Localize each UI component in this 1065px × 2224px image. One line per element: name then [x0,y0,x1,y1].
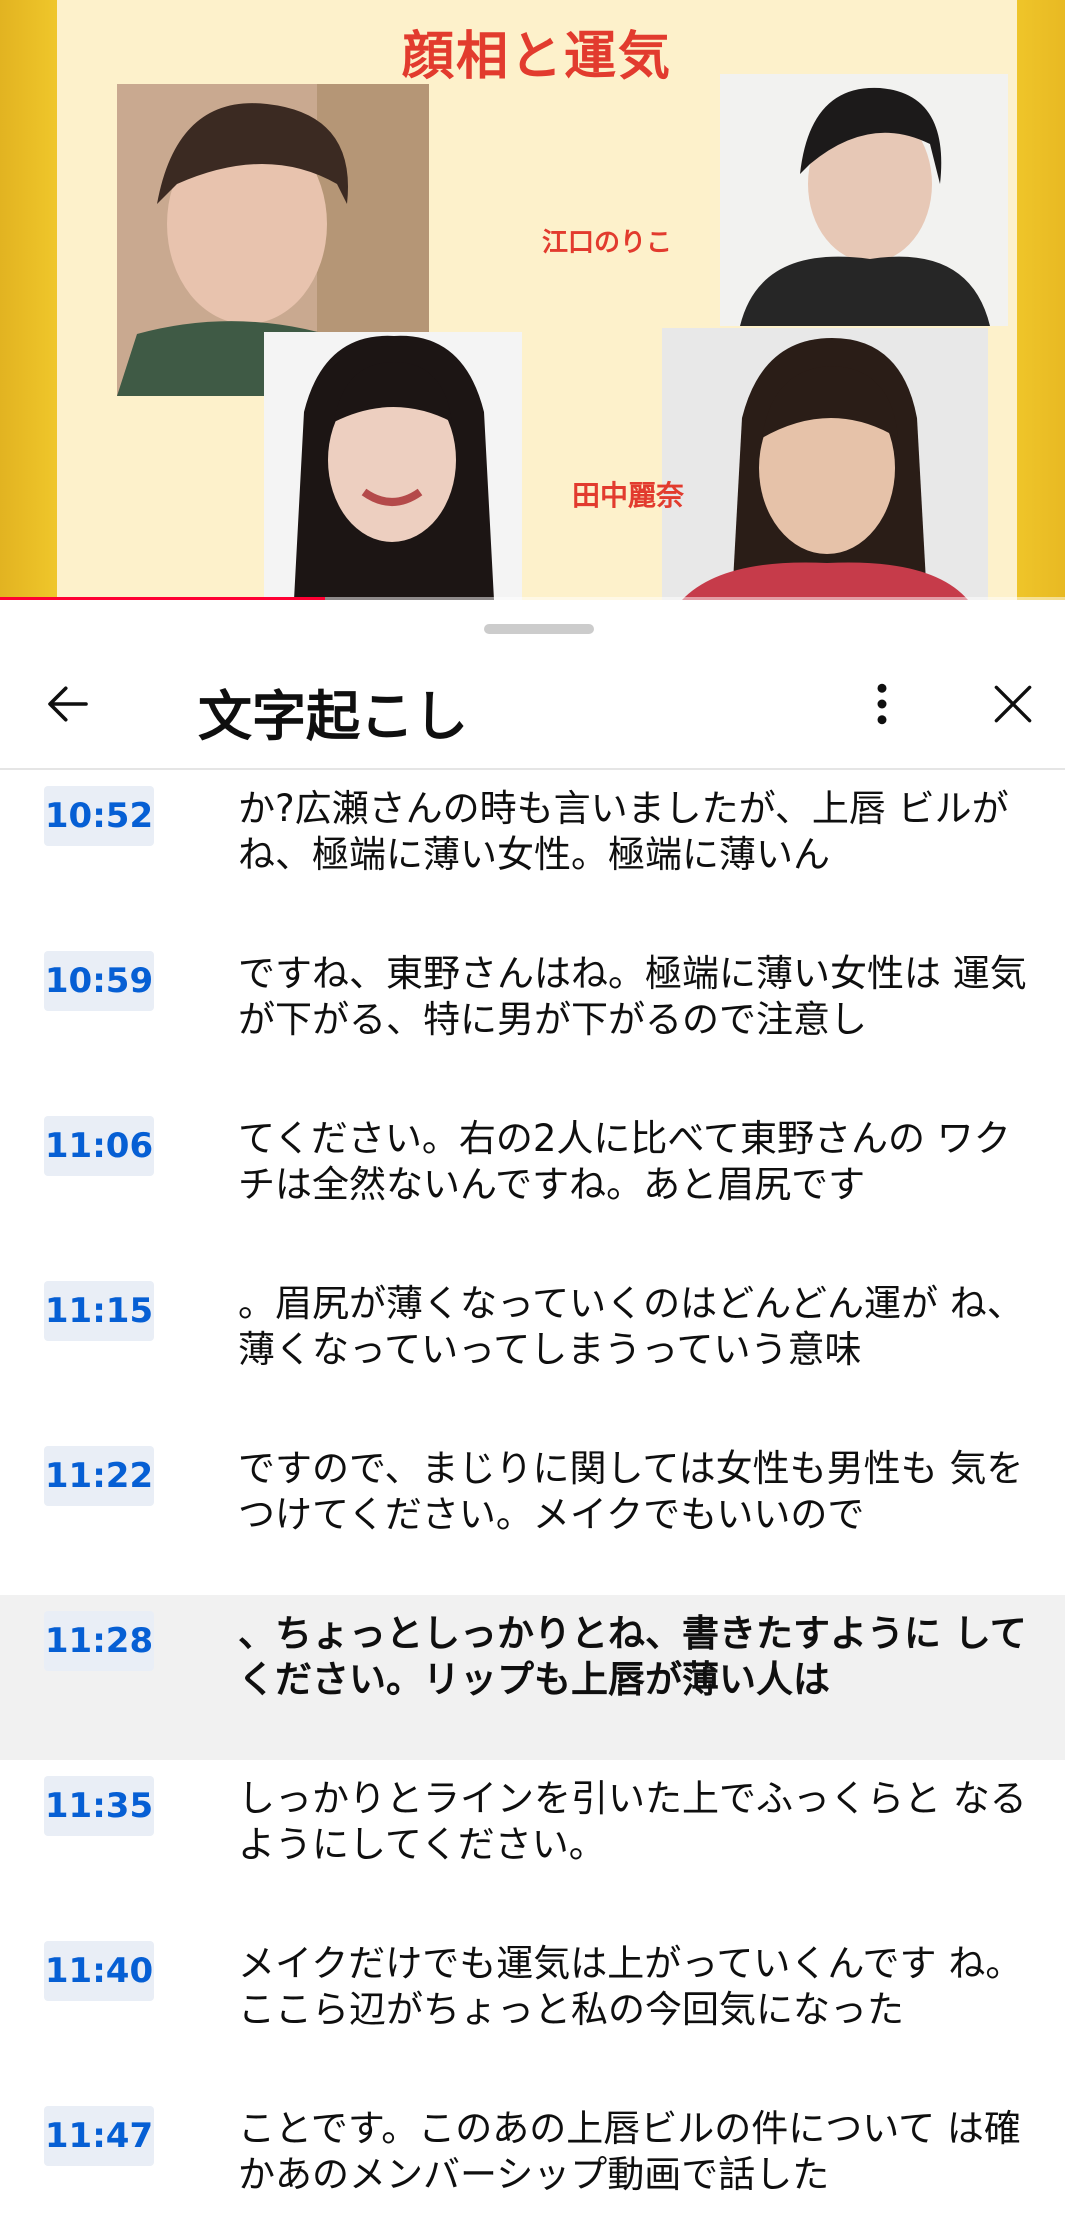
transcript-row[interactable]: 11:22 ですので、まじりに関しては女性も男性も 気をつけてください。メイクで… [0,1430,1065,1595]
panel-header: 文字起こし [0,642,1065,768]
timestamp-chip[interactable]: 11:28 [44,1611,154,1671]
close-icon [994,685,1032,723]
transcript-row[interactable]: 10:52 か?広瀬さんの時も言いましたが、上唇 ビルがね、極端に薄い女性。極端… [0,770,1065,935]
transcript-text: ですので、まじりに関しては女性も男性も 気をつけてください。メイクでもいいので [238,1447,1024,1536]
back-button[interactable] [28,664,108,744]
transcript-list[interactable]: 10:52 か?広瀬さんの時も言いましたが、上唇 ビルがね、極端に薄い女性。極端… [0,770,1065,2224]
transcript-row[interactable]: 11:15 。眉尻が薄くなっていくのはどんどん運が ね、薄くなっていってしまうっ… [0,1265,1065,1430]
transcript-row[interactable]: 10:59 ですね、東野さんはね。極端に薄い女性は 運気が下がる、特に男が下がる… [0,935,1065,1100]
video-player[interactable]: 顔相と運気 江口のりこ 田中麗奈 [0,0,1065,600]
transcript-text: ですね、東野さんはね。極端に薄い女性は 運気が下がる、特に男が下がるので注意し [238,952,1027,1041]
timestamp-chip[interactable]: 11:35 [44,1776,154,1836]
more-options-button[interactable] [842,664,922,744]
transcript-panel: 文字起こし 10:52 か?広瀬さんの時も言いましたが、上唇 ビルがね、極端に薄… [0,604,1065,2224]
transcript-row[interactable]: 11:47 ことです。このあの上唇ビルの件について は確かあのメンバーシップ動画… [0,2090,1065,2224]
transcript-text: てください。右の2人に比べて東野さんの ワクチは全然ないんですね。あと眉尻です [238,1117,1011,1206]
caption-name-2: 田中麗奈 [572,479,685,512]
transcript-text: 。眉尻が薄くなっていくのはどんどん運が ね、薄くなっていってしまうっていう意味 [238,1282,1024,1371]
timestamp-chip[interactable]: 11:22 [44,1446,154,1506]
portrait-photo-4 [662,328,988,600]
transcript-row[interactable]: 11:40 メイクだけでも運気は上がっていくんです ね。 ここら辺がちょっと私の… [0,1925,1065,2090]
timestamp-chip[interactable]: 10:59 [44,951,154,1011]
arrow-left-icon [48,686,88,722]
transcript-row[interactable]: 11:35 しっかりとラインを引いた上でふっくらと なるようにしてください。 [0,1760,1065,1925]
timestamp-chip[interactable]: 11:15 [44,1281,154,1341]
video-slide: 顔相と運気 江口のりこ 田中麗奈 [57,0,1017,600]
progress-bar[interactable] [0,597,325,600]
timestamp-chip[interactable]: 11:40 [44,1941,154,2001]
caption-name-1: 江口のりこ [542,228,673,258]
transcript-text: ことです。このあの上唇ビルの件について は確かあのメンバーシップ動画で話した [238,2107,1021,2196]
transcript-row[interactable]: 11:06 てください。右の2人に比べて東野さんの ワクチは全然ないんですね。あ… [0,1100,1065,1265]
drag-handle[interactable] [484,624,594,634]
timestamp-chip[interactable]: 10:52 [44,786,154,846]
transcript-text: か?広瀬さんの時も言いましたが、上唇 ビルがね、極端に薄い女性。極端に薄いん [238,787,1009,876]
timestamp-chip[interactable]: 11:47 [44,2106,154,2166]
transcript-row-active[interactable]: 11:28 、ちょっとしっかりとね、書きたすように してください。リップも上唇が… [0,1595,1065,1760]
panel-title: 文字起こし [198,685,468,748]
timestamp-chip[interactable]: 11:06 [44,1116,154,1176]
portrait-photo-2 [264,332,522,600]
more-vertical-icon [877,683,887,725]
transcript-text: メイクだけでも運気は上がっていくんです ね。 ここら辺がちょっと私の今回気になっ… [238,1942,1023,2031]
transcript-text: 、ちょっとしっかりとね、書きたすように してください。リップも上唇が薄い人は [238,1612,1027,1701]
close-button[interactable] [973,664,1053,744]
portrait-photo-3 [720,74,1008,326]
transcript-text: しっかりとラインを引いた上でふっくらと なるようにしてください。 [238,1777,1027,1866]
